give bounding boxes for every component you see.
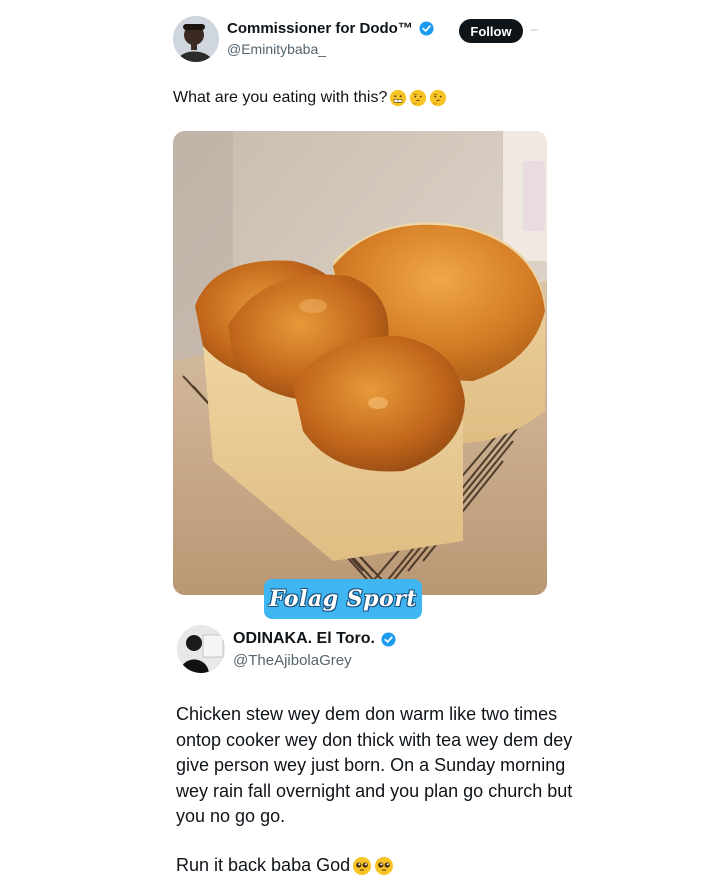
reply-author-name-row: ODINAKA. El Toro. — [233, 630, 396, 648]
more-options-icon[interactable]: – — [531, 22, 538, 36]
pleading-face-icon — [353, 856, 372, 875]
reply-header: ODINAKA. El Toro. @TheAjibolaGrey — [177, 625, 477, 675]
verified-badge-icon — [381, 631, 396, 647]
tweet-header: Commissioner for Dodo™ @Eminitybaba_ Fol… — [173, 16, 553, 64]
thinking-face-icon — [410, 89, 427, 107]
tweet-text-content: What are you eating with this? — [173, 89, 388, 106]
thinking-face-icon — [430, 89, 447, 107]
tweet-text: What are you eating with this? — [173, 89, 447, 107]
follow-button[interactable]: Follow — [459, 19, 523, 43]
author-avatar[interactable] — [173, 16, 219, 62]
reply-closing-text: Run it back baba God — [176, 855, 351, 875]
reply-author-name[interactable]: ODINAKA. El Toro. — [233, 630, 375, 648]
reply-closing-line: Run it back baba God — [176, 855, 394, 876]
reply-author-avatar[interactable] — [177, 625, 225, 673]
bread-loaves-photo[interactable] — [173, 131, 547, 595]
author-name[interactable]: Commissioner for Dodo™ — [227, 20, 413, 37]
grimacing-face-icon — [390, 89, 407, 107]
pleading-face-icon — [375, 856, 394, 875]
author-handle[interactable]: @Eminitybaba_ — [227, 41, 326, 57]
reply-body: Chicken stew wey dem don warm like two t… — [176, 702, 596, 830]
verified-badge-icon — [419, 21, 434, 36]
folag-sport-watermark: Folag Sport — [264, 579, 422, 619]
author-name-row: Commissioner for Dodo™ — [227, 20, 434, 37]
reply-paragraph: Chicken stew wey dem don warm like two t… — [176, 704, 573, 826]
reply-author-handle[interactable]: @TheAjibolaGrey — [233, 652, 352, 669]
